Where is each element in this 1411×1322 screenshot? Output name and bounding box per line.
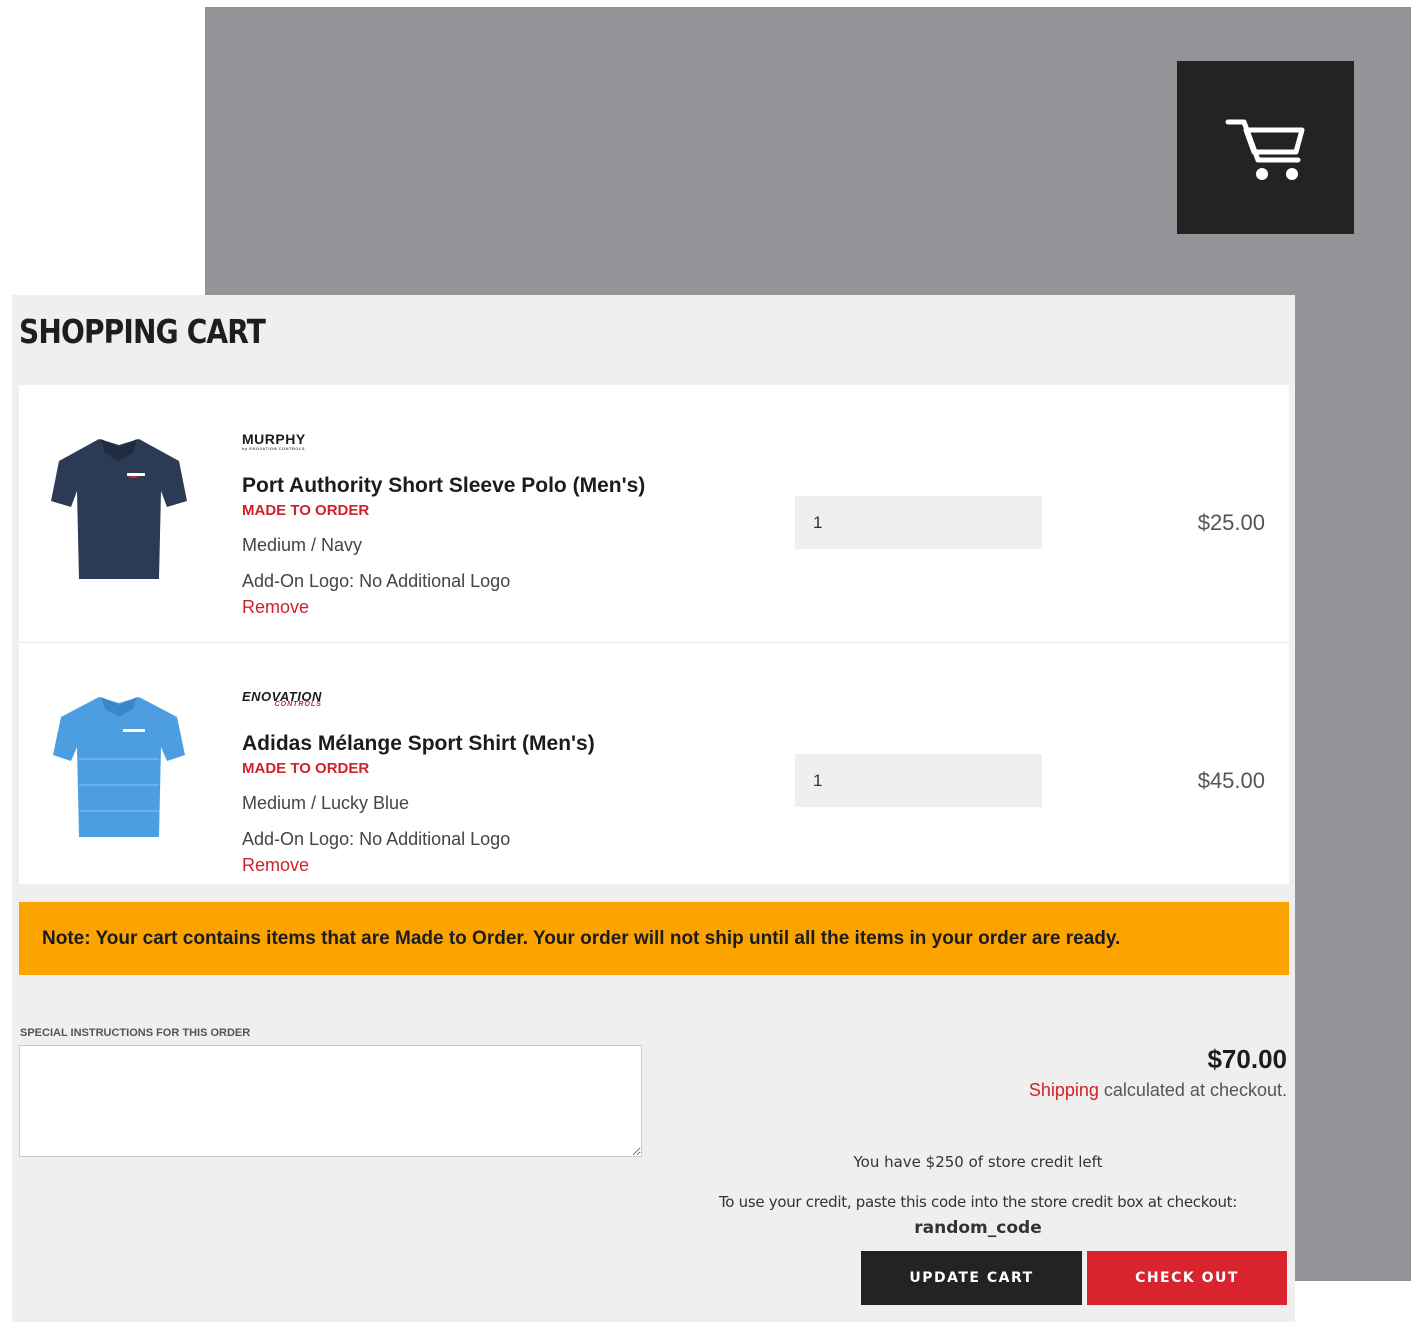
made-to-order-badge: MADE TO ORDER	[242, 502, 370, 519]
cart-button[interactable]	[1177, 61, 1354, 234]
store-credit-hint: To use your credit, paste this code into…	[718, 1193, 1238, 1211]
shopping-cart-icon	[1225, 119, 1304, 180]
cart-item: MURPHY by ENOVATION CONTROLS Port Author…	[19, 385, 1289, 643]
product-addon: Add-On Logo: No Additional Logo	[242, 829, 511, 849]
item-price: $45.00	[1197, 768, 1265, 793]
product-addon: Add-On Logo: No Additional Logo	[242, 571, 511, 591]
quantity-input[interactable]	[795, 754, 1042, 807]
shipping-link[interactable]: Shipping	[1029, 1080, 1099, 1100]
product-image[interactable]	[49, 689, 189, 844]
cart-item: ENOVATION CONTROLS Adidas Mélange Sport …	[19, 643, 1289, 884]
brand-name: MURPHY	[242, 431, 306, 447]
product-title[interactable]: Port Authority Short Sleeve Polo (Men's)	[242, 474, 645, 498]
checkout-button[interactable]: CHECK OUT	[1087, 1251, 1287, 1305]
remove-link[interactable]: Remove	[242, 597, 309, 618]
update-cart-button[interactable]: UPDATE CART	[861, 1251, 1082, 1305]
brand-subtitle: by ENOVATION CONTROLS	[242, 446, 306, 451]
shipping-note: Shipping calculated at checkout.	[1029, 1080, 1287, 1101]
special-instructions-label: SPECIAL INSTRUCTIONS FOR THIS ORDER	[20, 1027, 251, 1039]
product-variant: Medium / Navy	[242, 535, 363, 555]
brand-logo: MURPHY by ENOVATION CONTROLS	[242, 431, 306, 461]
remove-link[interactable]: Remove	[242, 855, 309, 876]
store-credit-code: random_code	[914, 1218, 1042, 1238]
cart-panel: SHOPPING CART MURPHY by ENOVATION CONTRO…	[12, 295, 1295, 1322]
cart-subtotal: $70.00	[1207, 1044, 1287, 1074]
store-credit-remaining: You have $250 of store credit left	[853, 1153, 1103, 1171]
product-image[interactable]	[49, 431, 189, 586]
product-title[interactable]: Adidas Mélange Sport Shirt (Men's)	[242, 732, 595, 756]
item-price: $25.00	[1197, 510, 1265, 535]
quantity-input[interactable]	[795, 496, 1042, 549]
special-instructions-field[interactable]	[19, 1045, 642, 1157]
made-to-order-badge: MADE TO ORDER	[242, 760, 370, 777]
made-to-order-note: Note: Your cart contains items that are …	[19, 902, 1289, 975]
page-title: SHOPPING CART	[19, 312, 266, 351]
shipping-text: calculated at checkout.	[1098, 1080, 1287, 1100]
brand-logo: ENOVATION CONTROLS	[242, 689, 322, 719]
product-variant: Medium / Lucky Blue	[242, 793, 410, 813]
cart-items: MURPHY by ENOVATION CONTROLS Port Author…	[19, 385, 1289, 884]
